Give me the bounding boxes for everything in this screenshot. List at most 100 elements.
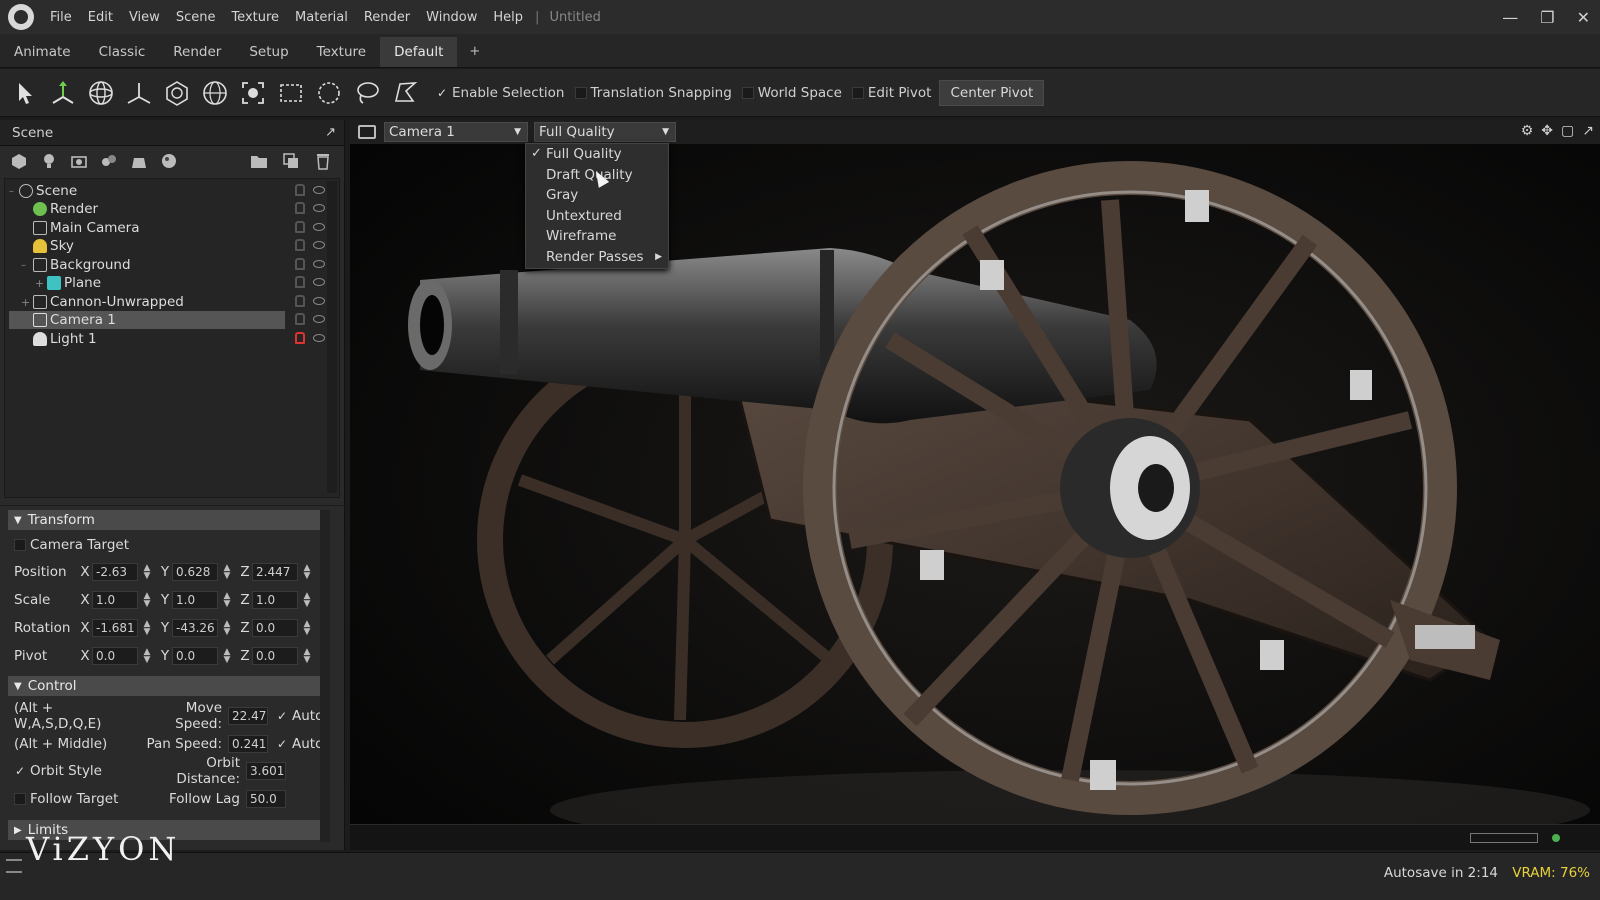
- tab-classic[interactable]: Classic: [85, 37, 160, 67]
- scene-tree-scrollbar[interactable]: [327, 181, 337, 493]
- tree-item-camera-1[interactable]: Camera 1: [9, 311, 285, 329]
- quality-option-untextured[interactable]: Untextured: [526, 206, 668, 227]
- gear-icon[interactable]: ⚙: [1521, 123, 1534, 139]
- axis-icon[interactable]: [122, 76, 156, 110]
- quality-option-wireframe[interactable]: Wireframe: [526, 226, 668, 247]
- viewport-slider[interactable]: [1470, 833, 1538, 843]
- pan-speed-field[interactable]: 0.241: [228, 735, 268, 753]
- spinner-icon[interactable]: ▲ ▼: [222, 620, 232, 637]
- properties-scrollbar[interactable]: [320, 510, 330, 842]
- spinner-icon[interactable]: ▲ ▼: [302, 592, 312, 609]
- spinner-icon[interactable]: ▲ ▼: [302, 620, 312, 637]
- lock-icon[interactable]: [295, 221, 305, 233]
- pivot-y-field[interactable]: 0.0: [172, 647, 218, 665]
- menu-file[interactable]: File: [42, 10, 80, 25]
- quality-option-render-passes[interactable]: Render Passes ▶: [526, 247, 668, 268]
- menu-lines-icon[interactable]: [6, 859, 22, 873]
- control-section-header[interactable]: ▼ Control: [8, 676, 322, 696]
- tab-setup[interactable]: Setup: [235, 37, 302, 67]
- duplicate-icon[interactable]: [280, 150, 302, 172]
- visibility-eye-icon[interactable]: [313, 297, 325, 305]
- follow-target-checkbox[interactable]: [14, 793, 26, 805]
- spinner-icon[interactable]: ▲ ▼: [302, 648, 312, 665]
- visibility-eye-icon[interactable]: [313, 223, 325, 231]
- rect-select-icon[interactable]: [274, 76, 308, 110]
- menu-help[interactable]: Help: [485, 10, 531, 25]
- visibility-eye-icon[interactable]: [313, 260, 325, 268]
- follow-lag-field[interactable]: 50.0: [246, 790, 286, 808]
- translation-snapping-checkbox[interactable]: Translation Snapping: [574, 85, 732, 101]
- add-object-icon[interactable]: [8, 150, 30, 172]
- tree-item-render[interactable]: Render: [33, 200, 289, 218]
- move-view-icon[interactable]: ✥: [1541, 123, 1553, 139]
- menu-texture[interactable]: Texture: [223, 10, 287, 25]
- scale-gizmo-icon[interactable]: [160, 76, 194, 110]
- maximize-icon[interactable]: ▢: [1561, 123, 1574, 139]
- folder-icon[interactable]: [248, 150, 270, 172]
- menu-material[interactable]: Material: [287, 10, 356, 25]
- spinner-icon[interactable]: ▲ ▼: [142, 620, 152, 637]
- visibility-eye-icon[interactable]: [313, 186, 325, 194]
- spinner-icon[interactable]: ▲ ▼: [142, 592, 152, 609]
- spinner-icon[interactable]: ▲ ▼: [142, 648, 152, 665]
- menu-scene[interactable]: Scene: [168, 10, 224, 25]
- camera-target-checkbox[interactable]: [14, 539, 26, 551]
- add-group-icon[interactable]: [98, 150, 120, 172]
- position-z-field[interactable]: 2.447: [252, 563, 298, 581]
- add-camera-icon[interactable]: [68, 150, 90, 172]
- popout-icon[interactable]: ↗: [1582, 123, 1594, 139]
- lasso-select-icon[interactable]: [350, 76, 384, 110]
- lock-icon[interactable]: [295, 202, 305, 214]
- camera-select[interactable]: Camera 1 ▼: [384, 122, 528, 142]
- move-speed-field[interactable]: 22.47: [228, 707, 268, 725]
- quality-select[interactable]: Full Quality ▼: [534, 122, 676, 142]
- tree-item-scene[interactable]: – Scene: [9, 182, 289, 200]
- center-pivot-button[interactable]: Center Pivot: [939, 79, 1045, 106]
- tree-item-main-camera[interactable]: Main Camera: [33, 219, 289, 237]
- quality-option-gray[interactable]: Gray: [526, 185, 668, 206]
- tree-item-plane[interactable]: + Plane: [35, 274, 289, 292]
- orbit-distance-field[interactable]: 3.601: [246, 762, 286, 780]
- visibility-eye-icon[interactable]: [313, 315, 325, 323]
- popout-icon[interactable]: ↗: [325, 125, 336, 140]
- scale-x-field[interactable]: 1.0: [92, 591, 138, 609]
- tab-render[interactable]: Render: [159, 37, 235, 67]
- tab-animate[interactable]: Animate: [0, 37, 85, 67]
- select-arrow-icon[interactable]: [8, 76, 42, 110]
- trash-icon[interactable]: [312, 150, 334, 172]
- lock-icon[interactable]: [295, 184, 305, 196]
- minimize-icon[interactable]: —: [1502, 8, 1518, 27]
- camera-target-row[interactable]: Camera Target: [14, 534, 129, 556]
- scale-z-field[interactable]: 1.0: [252, 591, 298, 609]
- close-icon[interactable]: ✕: [1577, 8, 1590, 27]
- visibility-eye-icon[interactable]: [313, 334, 325, 342]
- spinner-icon[interactable]: ▲ ▼: [302, 564, 312, 581]
- menu-render[interactable]: Render: [356, 10, 418, 25]
- add-material-icon[interactable]: [158, 150, 180, 172]
- spinner-icon[interactable]: ▲ ▼: [222, 592, 232, 609]
- menu-window[interactable]: Window: [418, 10, 485, 25]
- spinner-icon[interactable]: ▲ ▼: [222, 648, 232, 665]
- tree-item-sky[interactable]: Sky: [33, 237, 289, 255]
- poly-select-icon[interactable]: [388, 76, 422, 110]
- position-y-field[interactable]: 0.628: [172, 563, 218, 581]
- lock-icon[interactable]: [295, 313, 305, 325]
- restore-icon[interactable]: ❐: [1540, 8, 1554, 27]
- lock-icon-locked[interactable]: [295, 332, 305, 344]
- visibility-eye-icon[interactable]: [313, 241, 325, 249]
- menu-view[interactable]: View: [121, 10, 168, 25]
- rotation-y-field[interactable]: -43.26: [172, 619, 218, 637]
- focus-frame-icon[interactable]: [236, 76, 270, 110]
- tab-texture[interactable]: Texture: [303, 37, 380, 67]
- rotation-z-field[interactable]: 0.0: [252, 619, 298, 637]
- circle-select-icon[interactable]: [312, 76, 346, 110]
- tree-item-background[interactable]: – Background: [21, 256, 289, 274]
- transform-section-header[interactable]: ▼ Transform: [8, 510, 322, 530]
- quality-option-full[interactable]: ✓ Full Quality: [526, 144, 668, 165]
- tree-item-cannon-unwrapped[interactable]: + Cannon-Unwrapped: [21, 293, 289, 311]
- auto-move-checkbox[interactable]: ✓: [276, 710, 288, 722]
- menu-edit[interactable]: Edit: [80, 10, 121, 25]
- pivot-z-field[interactable]: 0.0: [252, 647, 298, 665]
- tree-item-light-1[interactable]: Light 1: [33, 330, 289, 348]
- add-light-icon[interactable]: [38, 150, 60, 172]
